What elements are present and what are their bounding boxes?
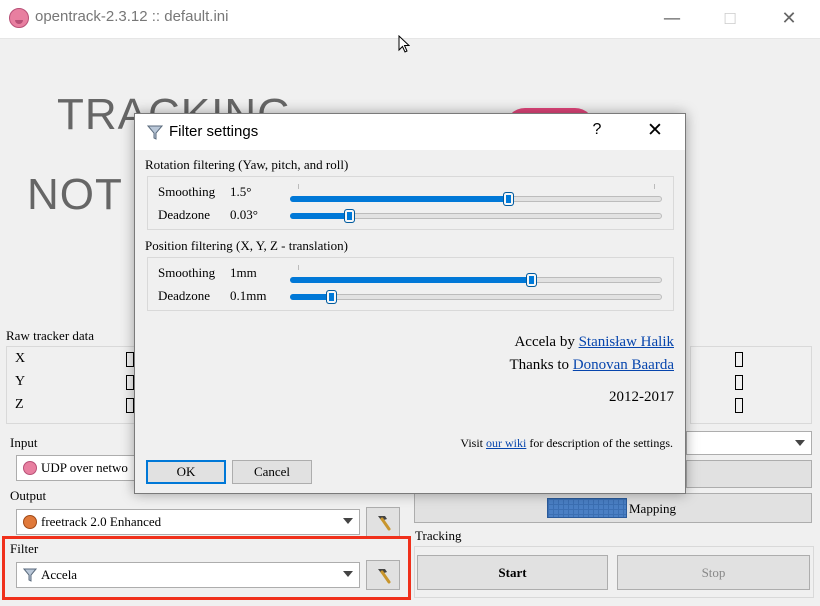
filter-highlight-box [2, 536, 411, 600]
freetrack-icon [23, 515, 37, 529]
mapping-button[interactable]: Mapping [414, 493, 812, 523]
dialog-close-button[interactable]: ✕ [641, 119, 669, 145]
slider-fill [290, 294, 331, 300]
position-smoothing-slider[interactable] [290, 265, 662, 287]
filter-settings-dialog: Filter settings ? ✕ Rotation filtering (… [134, 113, 686, 494]
thanks-credit: Thanks to Donovan Baarda [509, 357, 674, 374]
options-button[interactable] [686, 460, 812, 488]
window-title: opentrack-2.3.12 :: default.ini [35, 8, 229, 25]
funnel-icon [147, 125, 163, 140]
rotation-group-title: Rotation filtering (Yaw, pitch, and roll… [145, 157, 349, 172]
mapping-button-label: Mapping [629, 501, 676, 516]
axis-y-label: Y [15, 374, 26, 389]
position-deadzone-slider[interactable] [290, 290, 662, 304]
slider-thumb[interactable] [526, 273, 537, 287]
rotation-smoothing-value: 1.5° [230, 184, 252, 199]
slider-thumb[interactable] [344, 209, 355, 223]
dialog-title: Filter settings [169, 123, 259, 140]
help-button[interactable]: ? [585, 121, 609, 145]
main-titlebar: opentrack-2.3.12 :: default.ini — ☐ ✕ [0, 0, 820, 38]
yaw-value-display [735, 352, 743, 367]
rotation-deadzone-value: 0.03° [230, 207, 258, 222]
position-smoothing-label: Smoothing [158, 265, 216, 280]
mapping-curve-icon [547, 498, 627, 518]
position-deadzone-value: 0.1mm [230, 288, 267, 303]
slider-thumb[interactable] [326, 290, 337, 304]
pitch-value-display [735, 375, 743, 390]
x-value-display [126, 352, 134, 367]
chevron-down-icon [795, 440, 805, 446]
wiki-link[interactable]: our wiki [486, 436, 526, 450]
rotation-smoothing-slider[interactable] [290, 184, 662, 206]
thanks-link[interactable]: Donovan Baarda [573, 357, 674, 373]
slider-thumb[interactable] [503, 192, 514, 206]
cancel-button[interactable]: Cancel [232, 460, 312, 484]
ok-button[interactable]: OK [146, 460, 226, 484]
position-smoothing-value: 1mm [230, 265, 257, 280]
stop-button[interactable]: Stop [617, 555, 810, 590]
z-value-display [126, 398, 134, 413]
input-combo[interactable]: UDP over netwo [16, 455, 146, 481]
slider-tick [298, 265, 299, 270]
output-label: Output [10, 488, 47, 503]
opentrack-app-icon [9, 8, 29, 28]
dialog-titlebar: Filter settings ? ✕ [135, 114, 685, 150]
rotation-deadzone-slider[interactable] [290, 209, 662, 223]
close-button[interactable]: ✕ [769, 5, 809, 33]
wiki-note-prefix: Visit [460, 436, 484, 450]
output-combo[interactable]: freetrack 2.0 Enhanced [16, 509, 360, 535]
position-group: Smoothing 1mm Deadzone 0.1mm [147, 257, 674, 311]
raw-tracker-data-panel: X Y Z [6, 346, 141, 424]
axis-x-label: X [15, 351, 26, 366]
slider-fill [290, 213, 349, 219]
rotation-deadzone-label: Deadzone [158, 207, 210, 222]
slider-fill [290, 196, 508, 202]
rotation-smoothing-label: Smoothing [158, 184, 216, 199]
slider-fill [290, 277, 531, 283]
position-group-title: Position filtering (X, Y, Z - translatio… [145, 238, 348, 253]
protocol-combo[interactable] [686, 431, 812, 455]
author-credit: Accela by Stanisław Halik [514, 334, 674, 351]
slider-tick [298, 184, 299, 189]
udp-octopus-icon [23, 461, 37, 475]
slider-tick [654, 184, 655, 189]
wiki-note: Visit our wiki for description of the se… [460, 436, 673, 451]
game-data-panel [690, 346, 812, 424]
author-prefix: Accela by [514, 334, 575, 350]
output-combo-value: freetrack 2.0 Enhanced [41, 514, 162, 529]
maximize-button[interactable]: ☐ [710, 5, 750, 33]
input-label: Input [10, 435, 38, 450]
input-combo-value: UDP over netwo [41, 460, 128, 475]
output-settings-button[interactable] [366, 507, 400, 537]
rotation-group: Smoothing 1.5° Deadzone 0.03° [147, 176, 674, 230]
minimize-button[interactable]: — [652, 5, 692, 33]
credit-years: 2012-2017 [609, 389, 674, 405]
start-button[interactable]: Start [417, 555, 608, 590]
mouse-cursor-icon [398, 35, 410, 53]
tracking-label: Tracking [415, 528, 462, 543]
axis-z-label: Z [15, 397, 24, 412]
position-deadzone-label: Deadzone [158, 288, 210, 303]
y-value-display [126, 375, 134, 390]
chevron-down-icon [343, 518, 353, 524]
author-link[interactable]: Stanisław Halik [579, 334, 674, 350]
raw-tracker-data-label: Raw tracker data [6, 328, 95, 343]
roll-value-display [735, 398, 743, 413]
hammer-icon [378, 516, 391, 531]
thanks-prefix: Thanks to [509, 357, 570, 373]
wiki-note-suffix: for description of the settings. [529, 436, 673, 450]
